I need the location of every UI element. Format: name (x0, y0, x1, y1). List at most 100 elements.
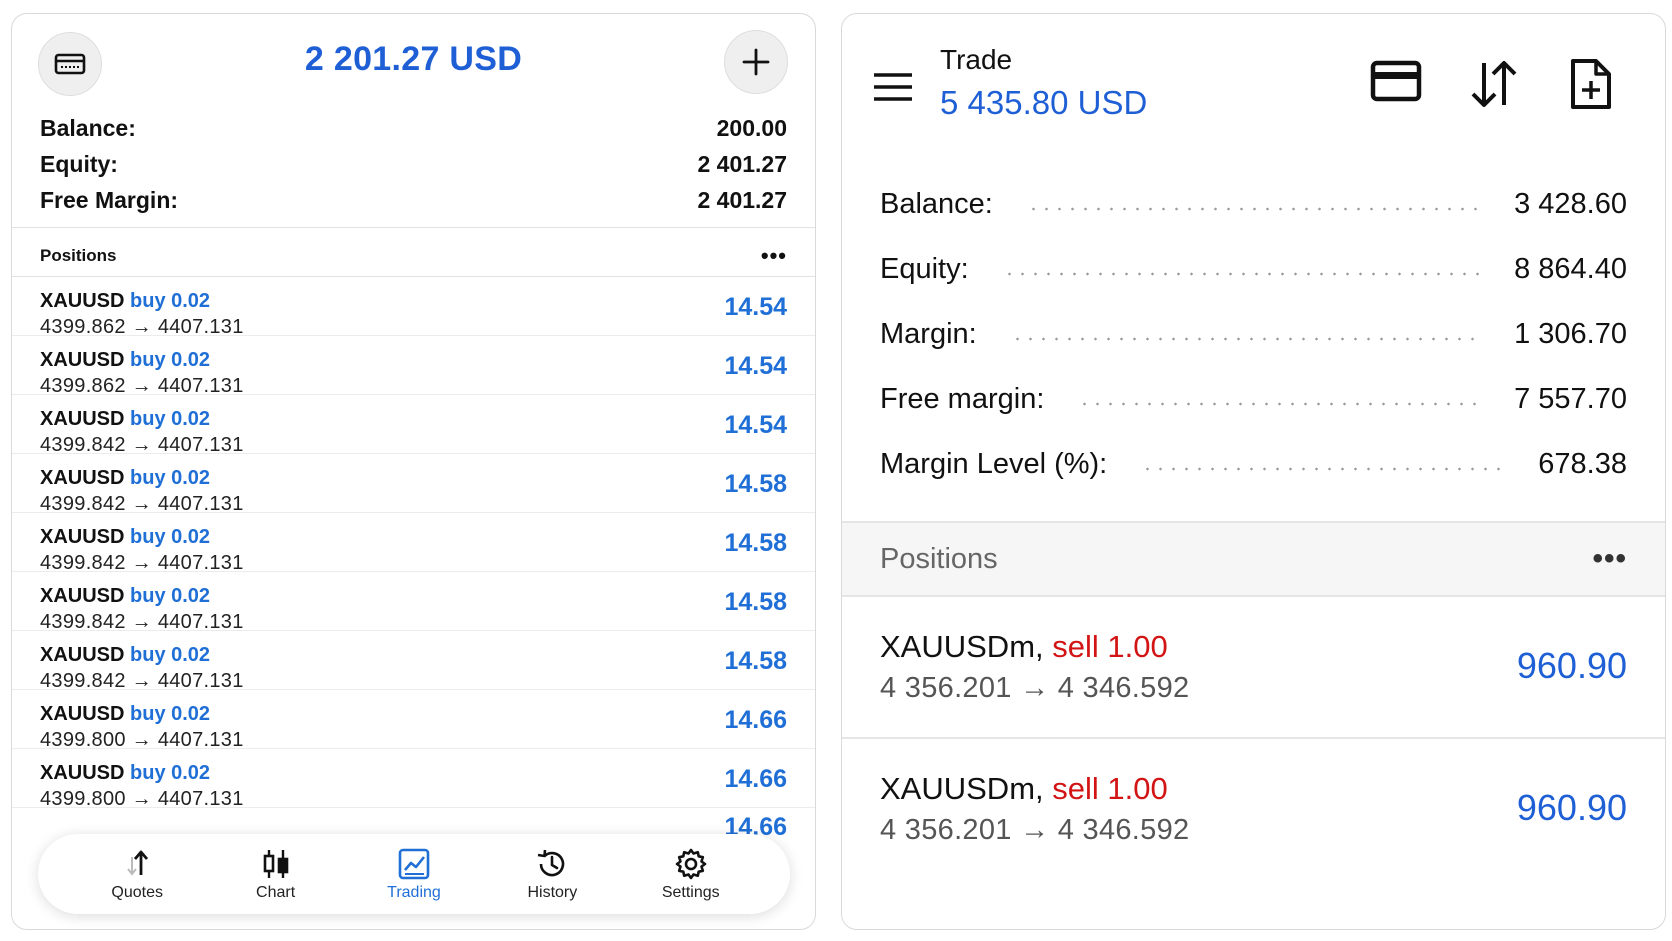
tab-trading[interactable]: Trading (359, 846, 469, 902)
equity-row: Equity: 2 401.27 (40, 146, 787, 182)
position-side: buy 0.02 (130, 290, 211, 312)
position-profit: 14.54 (724, 352, 787, 380)
account-summary: Balance: 3 428.60 Equity: 8 864.40 Margi… (880, 172, 1627, 497)
position-symbol: XAUUSDm, (880, 629, 1044, 664)
trading-chart-icon (398, 848, 430, 880)
position-row[interactable]: XAUUSDm, sell 1.00 4 356.201 → 4 346.592… (842, 597, 1665, 737)
position-row[interactable]: XAUUSD buy 0.02 4399.800 → 4407.131 14.6… (12, 690, 815, 751)
position-profit: 960.90 (1516, 787, 1627, 828)
bottom-tab-bar: Quotes Chart Trading History Settings (38, 834, 790, 914)
free-margin-row: Free Margin: 2 401.27 (40, 182, 787, 218)
position-profit: 14.54 (724, 293, 787, 321)
stat-label: Balance: (40, 114, 136, 141)
divider (12, 227, 815, 228)
position-side: buy 0.02 (130, 762, 211, 784)
dotted-leader (1002, 271, 1481, 276)
position-row[interactable]: XAUUSD buy 0.02 4399.862 → 4407.131 14.5… (12, 336, 815, 397)
position-profit: 960.90 (1516, 645, 1627, 686)
history-icon (538, 849, 565, 877)
sort-button[interactable] (1468, 59, 1520, 114)
screen-title: Trade (940, 44, 1013, 75)
positions-title: Positions (40, 246, 117, 265)
position-symbol: XAUUSD (40, 349, 125, 371)
hamburger-menu-icon (874, 73, 912, 101)
position-side: buy 0.02 (130, 644, 211, 666)
position-row[interactable]: XAUUSD buy 0.02 4399.862 → 4407.131 14.5… (12, 277, 815, 338)
dotted-leader (1010, 336, 1481, 341)
position-side: buy 0.02 (130, 408, 211, 430)
position-row[interactable]: XAUUSD buy 0.02 4399.842 → 4407.131 14.5… (12, 631, 815, 692)
position-row[interactable]: XAUUSD buy 0.02 4399.842 → 4407.131 14.5… (12, 513, 815, 574)
position-symbol: XAUUSD (40, 290, 125, 312)
tab-label: Settings (661, 884, 720, 901)
tab-settings[interactable]: Settings (636, 846, 746, 902)
stat-value: 7 557.70 (1514, 383, 1627, 415)
tab-quotes[interactable]: Quotes (82, 846, 192, 902)
position-row[interactable]: XAUUSD buy 0.02 4399.800 → 4407.131 14.6… (12, 749, 815, 810)
position-profit: 14.58 (724, 588, 787, 616)
stat-value: 3 428.60 (1514, 188, 1627, 220)
positions-header: Positions ••• (40, 236, 787, 276)
gear-icon (675, 848, 707, 880)
position-symbol: XAUUSD (40, 585, 125, 607)
stat-label: Margin Level (%): (880, 448, 1108, 480)
position-side: buy 0.02 (130, 703, 211, 725)
stat-value: 8 864.40 (1514, 253, 1627, 285)
balance-row: Balance: 3 428.60 (880, 172, 1627, 237)
position-prices: 4 356.201 → 4 346.592 (880, 814, 1190, 846)
position-prices: 4 356.201 → 4 346.592 (880, 672, 1190, 704)
position-side: buy 0.02 (130, 467, 211, 489)
tab-label: Quotes (111, 884, 163, 901)
positions-list: XAUUSD buy 0.02 4399.862 → 4407.131 14.5… (12, 277, 815, 810)
more-options-icon[interactable]: ••• (1592, 544, 1627, 574)
menu-button[interactable] (872, 71, 914, 108)
right-trade-screen: Trade 5 435.80 USD Balance: 3 428.60 Equ… (841, 13, 1666, 930)
position-symbol: XAUUSD (40, 762, 125, 784)
stat-value: 2 401.27 (697, 186, 787, 213)
sort-arrows-icon (1471, 61, 1517, 107)
position-row[interactable]: XAUUSD buy 0.02 4399.842 → 4407.131 14.5… (12, 572, 815, 633)
account-summary: Balance: 200.00 Equity: 2 401.27 Free Ma… (40, 110, 787, 218)
position-side: buy 0.02 (130, 526, 211, 548)
stat-label: Free margin: (880, 383, 1045, 415)
position-profit: 14.58 (724, 647, 787, 675)
position-profit: 14.66 (724, 765, 787, 793)
tab-history[interactable]: History (497, 846, 607, 902)
stat-label: Equity: (880, 253, 969, 285)
margin-row: Margin: 1 306.70 (880, 302, 1627, 367)
position-row[interactable]: XAUUSD buy 0.02 4399.842 → 4407.131 14.5… (12, 454, 815, 515)
plus-icon (742, 48, 770, 76)
position-symbol: XAUUSD (40, 526, 125, 548)
position-row[interactable]: XAUUSD buy 0.02 4399.842 → 4407.131 14.5… (12, 395, 815, 456)
margin-level-row: Margin Level (%): 678.38 (880, 432, 1627, 497)
position-side: buy 0.02 (130, 349, 211, 371)
stat-label: Balance: (880, 188, 993, 220)
position-row[interactable]: XAUUSDm, sell 1.00 4 356.201 → 4 346.592… (842, 739, 1665, 879)
balance-row: Balance: 200.00 (40, 110, 787, 146)
stat-value: 200.00 (716, 114, 787, 141)
add-button[interactable] (724, 30, 788, 94)
stat-value: 1 306.70 (1514, 318, 1627, 350)
account-balance-title: 2 201.27 USD (304, 40, 523, 78)
position-symbol: XAUUSD (40, 644, 125, 666)
tab-label: Chart (256, 884, 296, 901)
position-symbol: XAUUSD (40, 467, 125, 489)
new-order-button[interactable] (1568, 57, 1614, 116)
position-symbol: XAUUSD (40, 408, 125, 430)
dotted-leader (1141, 466, 1505, 471)
stat-value: 678.38 (1538, 448, 1627, 480)
credit-card-icon (1370, 60, 1422, 102)
tab-label: History (527, 884, 578, 901)
account-balance-title: 5 435.80 USD (940, 84, 1148, 121)
position-side: sell 1.00 (1052, 771, 1168, 806)
payment-button[interactable] (1370, 59, 1422, 108)
tab-chart[interactable]: Chart (221, 846, 331, 902)
new-document-icon (1571, 59, 1611, 109)
more-options-icon[interactable]: ••• (761, 245, 787, 267)
candlestick-icon (263, 850, 288, 878)
dotted-leader (1026, 206, 1481, 211)
position-profit: 14.66 (724, 706, 787, 734)
stat-label: Free Margin: (40, 186, 179, 213)
position-side: buy 0.02 (130, 585, 211, 607)
stat-label: Margin: (880, 318, 977, 350)
